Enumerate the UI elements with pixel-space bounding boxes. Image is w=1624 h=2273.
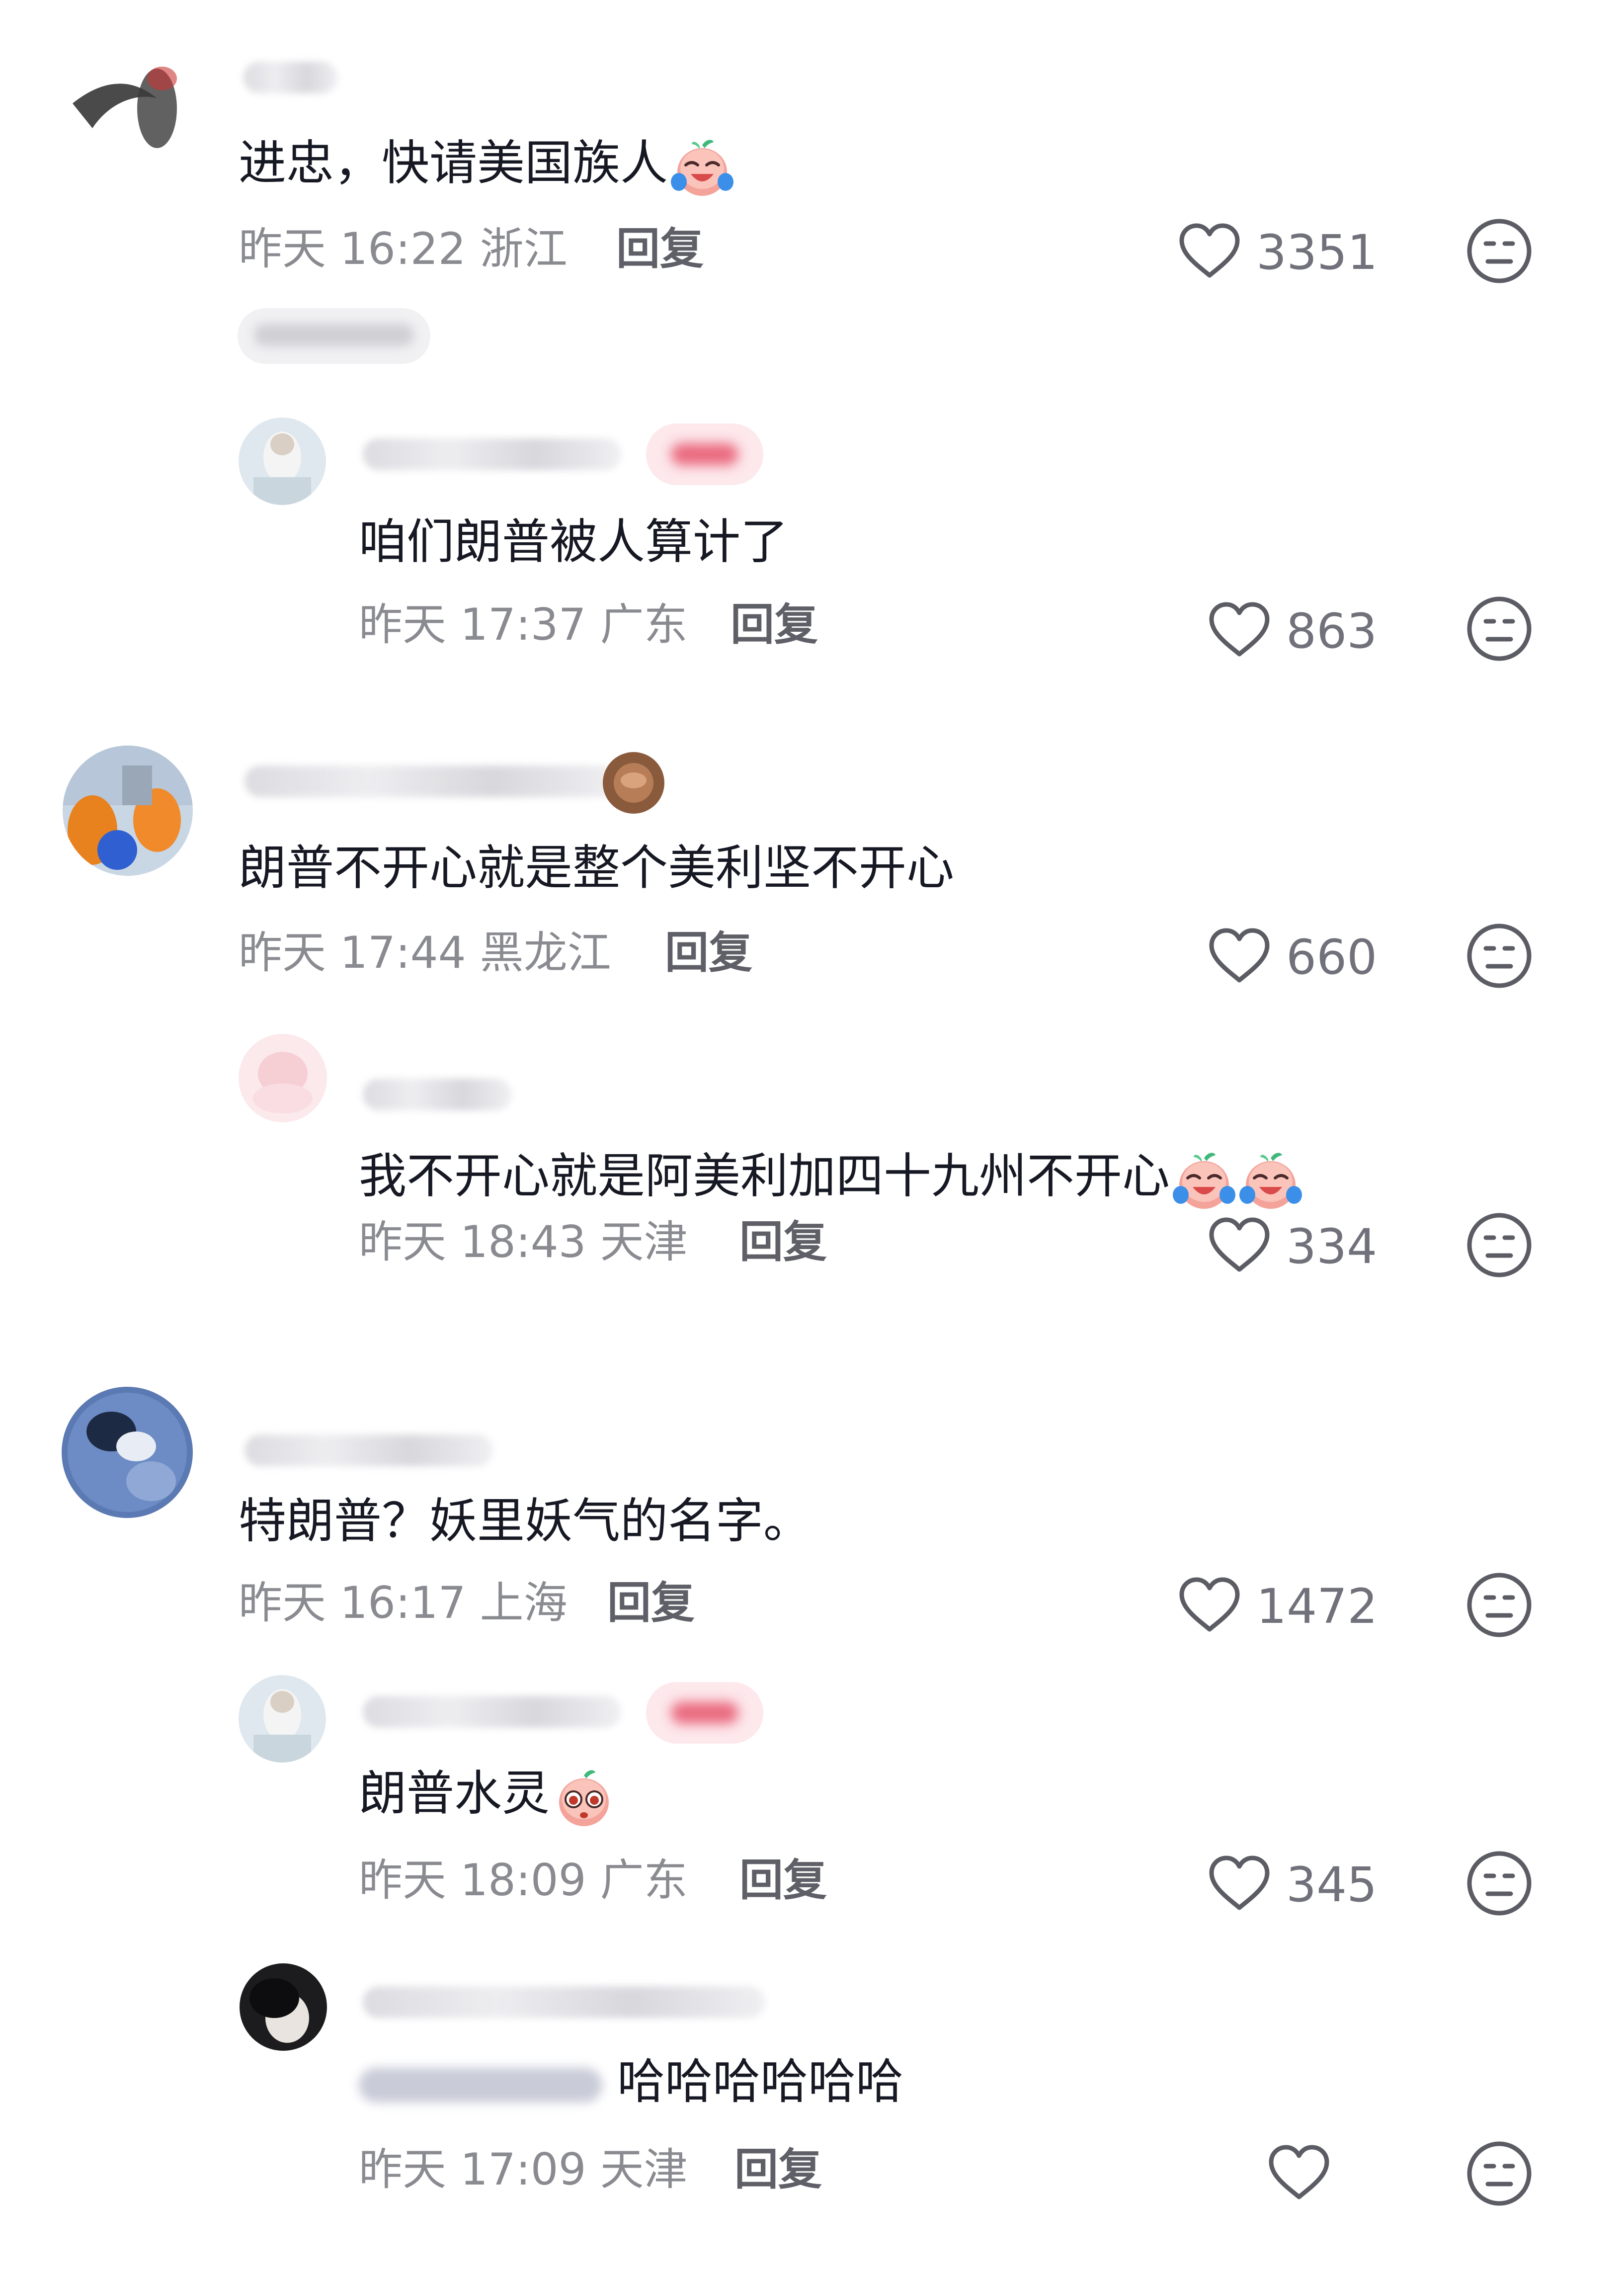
like-count: 334 bbox=[1286, 1219, 1378, 1274]
heart-outline-icon[interactable] bbox=[1208, 601, 1271, 659]
like-count: 1472 bbox=[1256, 1579, 1378, 1634]
reply-button[interactable]: 回复 bbox=[665, 926, 752, 980]
username[interactable] bbox=[244, 765, 617, 797]
username[interactable] bbox=[244, 1434, 493, 1466]
heart-outline-icon[interactable] bbox=[1208, 1217, 1271, 1274]
avatar[interactable] bbox=[62, 1387, 193, 1518]
neutral-face-icon[interactable] bbox=[1466, 2140, 1533, 2207]
comment-meta: 昨天 16:17 上海 bbox=[239, 1577, 568, 1628]
neutral-face-icon[interactable] bbox=[1466, 1212, 1533, 1278]
username[interactable] bbox=[363, 1986, 765, 2018]
like-count: 660 bbox=[1286, 929, 1378, 985]
neutral-face-icon[interactable] bbox=[1466, 218, 1533, 284]
neutral-face-icon[interactable] bbox=[1466, 1572, 1533, 1638]
reply-button[interactable]: 回复 bbox=[616, 222, 704, 276]
reply-button[interactable]: 回复 bbox=[607, 1576, 695, 1630]
comment-text: 特朗普？妖里妖气的名字。 bbox=[239, 1493, 811, 1549]
pleading-face-emoji bbox=[552, 1765, 616, 1829]
reply-button[interactable]: 回复 bbox=[739, 1853, 827, 1908]
crying-laughing-emoji bbox=[1172, 1147, 1236, 1212]
reply-meta: 昨天 17:37 广东 bbox=[359, 599, 688, 650]
reply-text: 咱们朗普被人算计了 bbox=[359, 514, 788, 570]
reply-text: 我不开心就是阿美利加四十九州不开心 bbox=[359, 1146, 1303, 1212]
reply-text: 朗普水灵 bbox=[359, 1764, 616, 1829]
username[interactable] bbox=[363, 1696, 621, 1728]
avatar[interactable] bbox=[239, 418, 326, 505]
comment-text: 进忠，快请美国族人 bbox=[239, 133, 734, 199]
collapsed-replies-pill[interactable] bbox=[238, 308, 430, 364]
crying-laughing-emoji bbox=[670, 134, 734, 199]
reply-meta: 昨天 17:09 天津 bbox=[359, 2144, 688, 2195]
author-badge bbox=[646, 423, 763, 485]
comment-text: 朗普不开心就是整个美利坚不开心 bbox=[239, 840, 954, 896]
avatar[interactable] bbox=[239, 1675, 326, 1763]
reply-meta: 昨天 18:43 天津 bbox=[359, 1216, 688, 1267]
badge-icon bbox=[601, 751, 666, 815]
reply-meta: 昨天 18:09 广东 bbox=[359, 1854, 688, 1906]
crying-laughing-emoji bbox=[1238, 1147, 1303, 1212]
like-count: 863 bbox=[1286, 603, 1378, 659]
reply-button[interactable]: 回复 bbox=[734, 2142, 822, 2197]
comment-meta: 昨天 16:22 浙江 bbox=[239, 223, 568, 274]
author-badge bbox=[646, 1682, 763, 1744]
reply-text: 哈哈哈哈哈哈 bbox=[359, 2052, 903, 2111]
username[interactable] bbox=[244, 62, 338, 93]
neutral-face-icon[interactable] bbox=[1466, 923, 1533, 989]
username[interactable] bbox=[363, 1079, 512, 1110]
like-count: 3351 bbox=[1256, 225, 1378, 280]
avatar[interactable] bbox=[239, 1034, 327, 1122]
neutral-face-icon[interactable] bbox=[1466, 1850, 1533, 1917]
avatar[interactable] bbox=[63, 746, 193, 876]
username[interactable] bbox=[363, 438, 621, 470]
neutral-face-icon[interactable] bbox=[1466, 595, 1533, 662]
reply-button[interactable]: 回复 bbox=[739, 1215, 827, 1269]
heart-outline-icon[interactable] bbox=[1267, 2144, 1331, 2202]
reply-button[interactable]: 回复 bbox=[731, 597, 818, 652]
mention-tag[interactable] bbox=[359, 2067, 602, 2103]
heart-outline-icon[interactable] bbox=[1178, 1577, 1241, 1634]
like-count: 345 bbox=[1286, 1857, 1378, 1913]
comment-meta: 昨天 17:44 黑龙江 bbox=[239, 927, 611, 978]
heart-outline-icon[interactable] bbox=[1208, 1855, 1271, 1913]
avatar[interactable] bbox=[63, 44, 187, 168]
heart-outline-icon[interactable] bbox=[1178, 223, 1241, 280]
avatar[interactable] bbox=[240, 1963, 327, 2051]
heart-outline-icon[interactable] bbox=[1208, 927, 1271, 985]
